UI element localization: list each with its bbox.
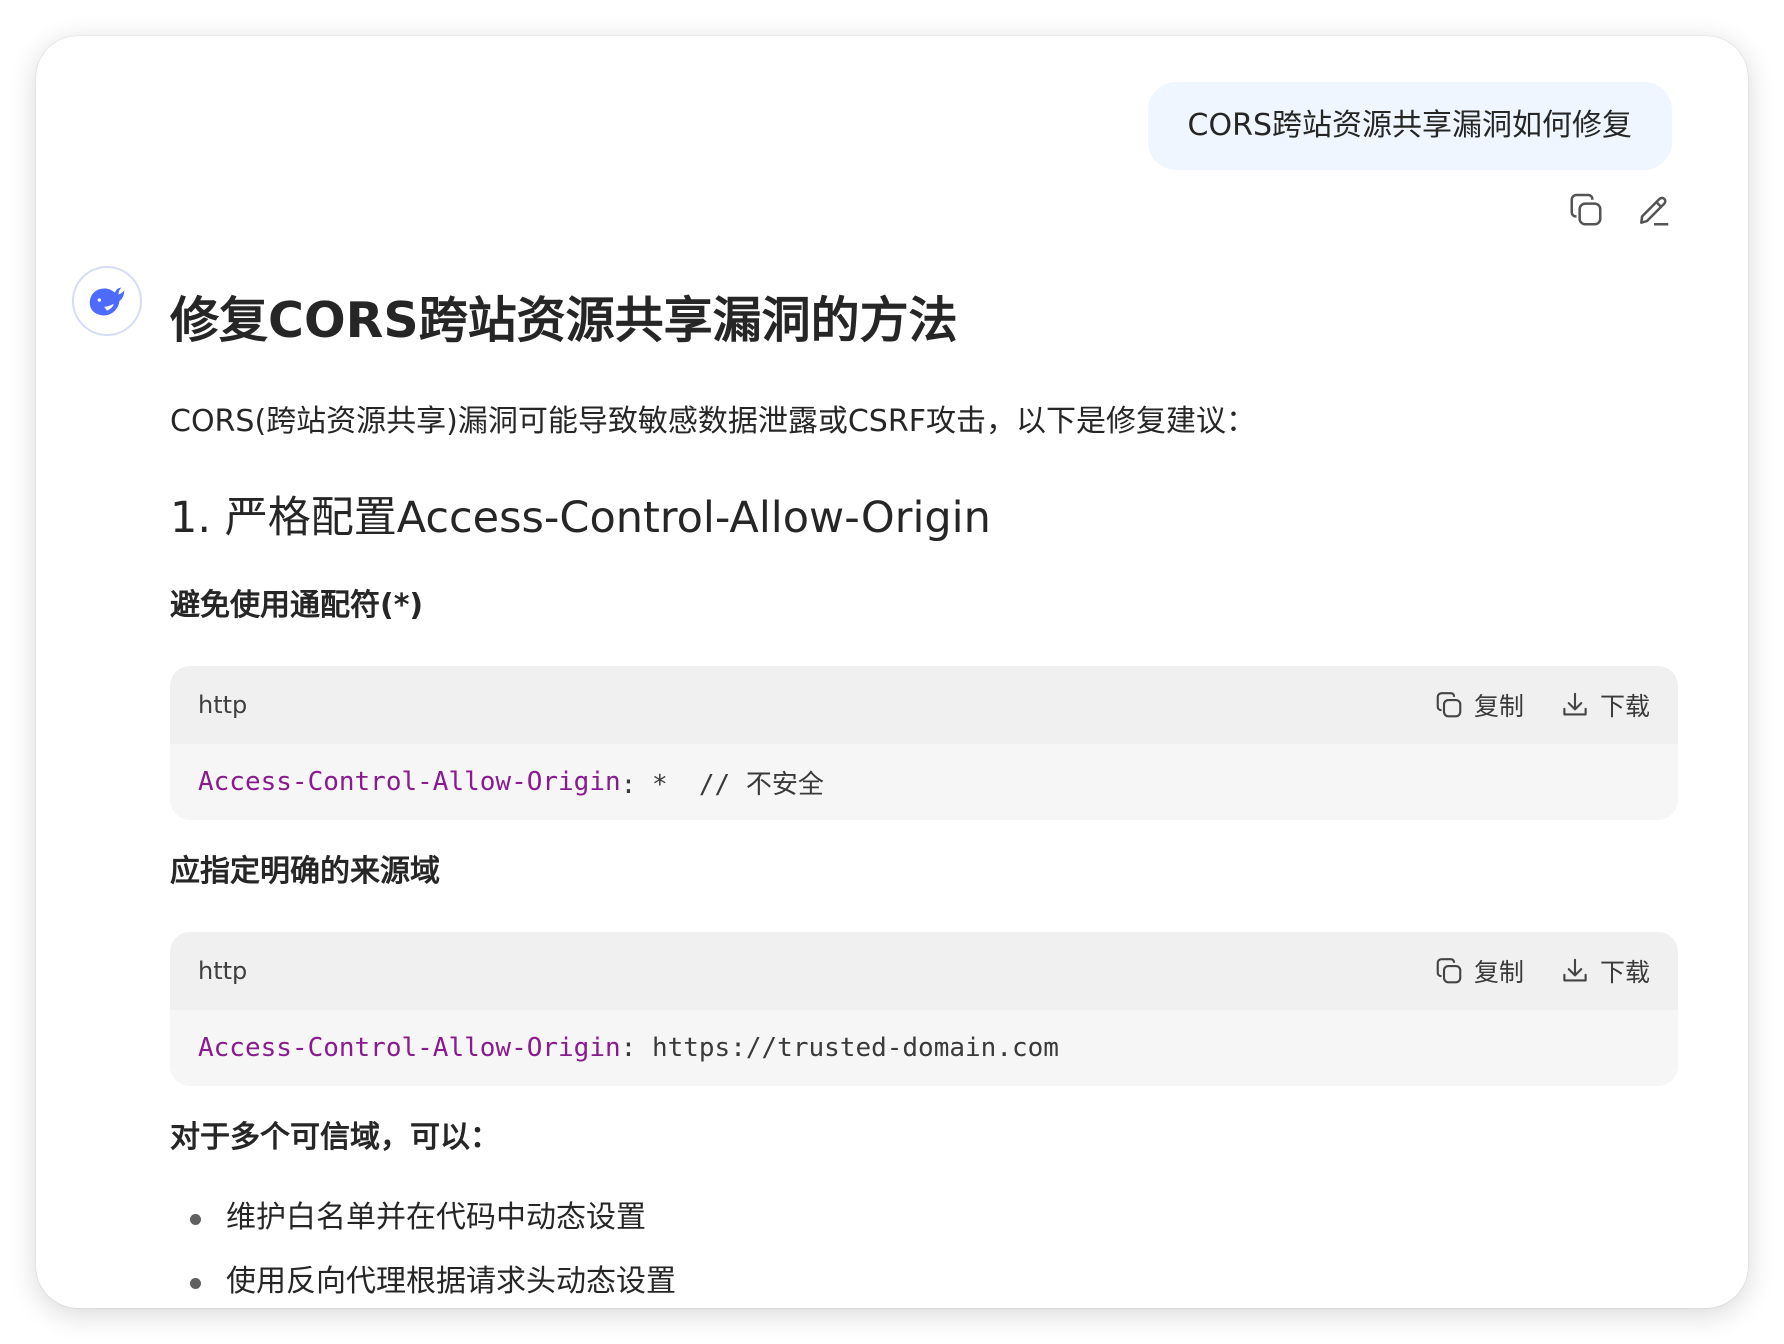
download-code-button[interactable]: 下载: [1560, 953, 1650, 989]
subheading-wildcard: 避免使用通配符(*): [170, 588, 424, 623]
code-header-value: : * // 不安全: [620, 769, 824, 800]
chat-window: CORS跨站资源共享漏洞如何修复 修复CORS跨站资源共享漏洞的方法 CORS(…: [36, 36, 1748, 1308]
code-block: http 复制 下载 Access-Control-Allow-Origin: …: [170, 666, 1678, 820]
download-icon: [1563, 692, 1587, 716]
assistant-avatar: [72, 266, 142, 336]
list-item: 维护白名单并在代码中动态设置: [170, 1186, 1678, 1250]
code-language: http: [198, 691, 248, 719]
code-language: http: [198, 957, 248, 985]
copy-code-button[interactable]: 复制: [1434, 687, 1524, 723]
code-header-key: Access-Control-Allow-Origin: [198, 767, 621, 797]
download-icon: [1563, 958, 1587, 982]
bullet-list: 维护白名单并在代码中动态设置 使用反向代理根据请求头动态设置: [170, 1186, 1678, 1308]
code-header-key: Access-Control-Allow-Origin: [198, 1033, 621, 1063]
edit-icon[interactable]: [1634, 190, 1674, 230]
download-label: 下载: [1599, 958, 1650, 987]
copy-icon: [1436, 692, 1462, 718]
copy-label: 复制: [1473, 692, 1524, 721]
assistant-answer: 修复CORS跨站资源共享漏洞的方法 CORS(跨站资源共享)漏洞可能导致敏感数据…: [170, 286, 1678, 1308]
download-code-button[interactable]: 下载: [1560, 687, 1650, 723]
copy-code-button[interactable]: 复制: [1434, 953, 1524, 989]
answer-intro: CORS(跨站资源共享)漏洞可能导致敏感数据泄露或CSRF攻击，以下是修复建议：: [170, 404, 1256, 439]
subheading-multiple-domains: 对于多个可信域，可以：: [170, 1120, 500, 1155]
code-block: http 复制 下载 Access-Control-Allow-Origin: …: [170, 932, 1678, 1086]
copy-icon[interactable]: [1566, 190, 1606, 230]
copy-label: 复制: [1473, 958, 1524, 987]
section-heading: 1. 严格配置Access-Control-Allow-Origin: [170, 493, 991, 543]
code-line: Access-Control-Allow-Origin: https://tru…: [170, 1010, 1678, 1086]
subheading-explicit-origin: 应指定明确的来源域: [170, 854, 440, 889]
code-line: Access-Control-Allow-Origin: * // 不安全: [170, 744, 1678, 820]
code-header: http 复制 下载: [170, 932, 1678, 1010]
user-message-bubble: CORS跨站资源共享漏洞如何修复: [1147, 82, 1672, 170]
code-header-value: : https://trusted-domain.com: [620, 1033, 1059, 1063]
user-message-actions: [1566, 190, 1674, 230]
copy-icon: [1436, 958, 1462, 984]
list-item: 使用反向代理根据请求头动态设置: [170, 1250, 1678, 1308]
code-header: http 复制 下载: [170, 666, 1678, 744]
answer-title: 修复CORS跨站资源共享漏洞的方法: [170, 292, 958, 349]
download-label: 下载: [1599, 692, 1650, 721]
whale-logo-icon: [89, 287, 125, 316]
